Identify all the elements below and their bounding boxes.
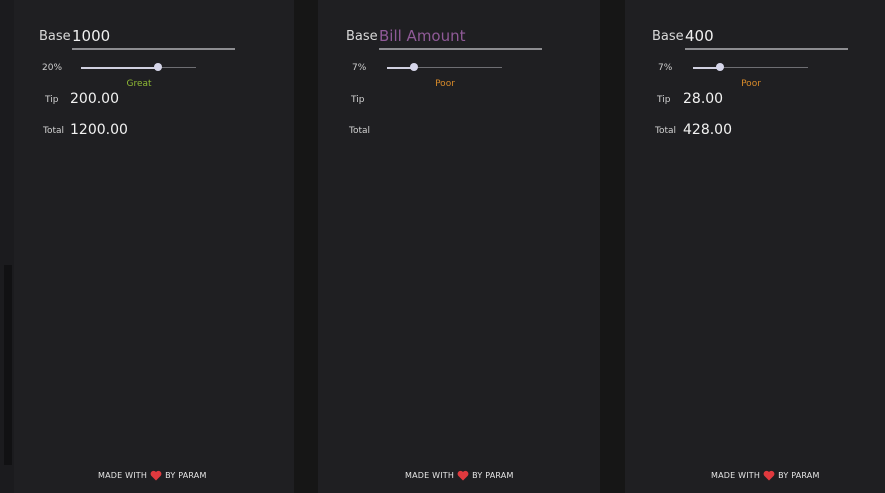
bill-amount-input[interactable] (379, 24, 542, 50)
slider-thumb[interactable] (716, 63, 724, 71)
heart-icon (457, 470, 469, 481)
slider-thumb[interactable] (410, 63, 418, 71)
footer-credit: MADE WITH BY PARAM (98, 470, 207, 481)
tip-label: Tip (351, 95, 365, 105)
base-label: Base (346, 29, 378, 44)
total-label: Total (655, 126, 677, 136)
tip-percent-slider[interactable] (81, 62, 196, 74)
slider-thumb[interactable] (154, 63, 162, 71)
bill-amount-input[interactable] (72, 24, 235, 50)
panel-gap (294, 0, 318, 493)
tip-calculator-screen-1: Base 20% Great Tip 200.00 Total 1200.00 … (14, 0, 294, 493)
tip-percent-label: 7% (658, 63, 673, 73)
footer-by-param: BY PARAM (778, 471, 820, 480)
tip-percent-slider[interactable] (387, 62, 502, 74)
footer-made-with: MADE WITH (711, 471, 761, 480)
tip-calculator-screen-2: Base 7% Poor Tip Total MADE WITH BY PARA… (318, 0, 600, 493)
total-amount-value: 428.00 (683, 122, 732, 138)
base-label: Base (39, 29, 71, 44)
tip-percent-slider[interactable] (693, 62, 808, 74)
total-amount-value: 1200.00 (70, 122, 128, 138)
tip-label: Tip (657, 95, 671, 105)
total-label: Total (43, 126, 65, 136)
footer-made-with: MADE WITH (405, 471, 455, 480)
heart-icon (150, 470, 162, 481)
tip-percent-label: 7% (352, 63, 367, 73)
panel-gap (600, 0, 625, 493)
footer-made-with: MADE WITH (98, 471, 148, 480)
window-edge (4, 265, 12, 465)
tip-rating-label: Poor (435, 79, 455, 89)
slider-fill (81, 67, 158, 69)
footer-by-param: BY PARAM (165, 471, 207, 480)
base-label: Base (652, 29, 684, 44)
tip-calculator-screen-3: Base 7% Poor Tip 28.00 Total 428.00 MADE… (625, 0, 885, 493)
heart-icon (763, 470, 775, 481)
tip-rating-label: Great (126, 79, 152, 89)
tip-rating-label: Poor (741, 79, 761, 89)
tip-amount-value: 28.00 (683, 91, 724, 107)
tip-percent-label: 20% (42, 63, 63, 73)
footer-credit: MADE WITH BY PARAM (405, 470, 514, 481)
tip-amount-value: 200.00 (70, 91, 119, 107)
total-label: Total (349, 126, 371, 136)
tip-label: Tip (45, 95, 59, 105)
bill-amount-input[interactable] (685, 24, 848, 50)
footer-by-param: BY PARAM (472, 471, 514, 480)
footer-credit: MADE WITH BY PARAM (711, 470, 820, 481)
